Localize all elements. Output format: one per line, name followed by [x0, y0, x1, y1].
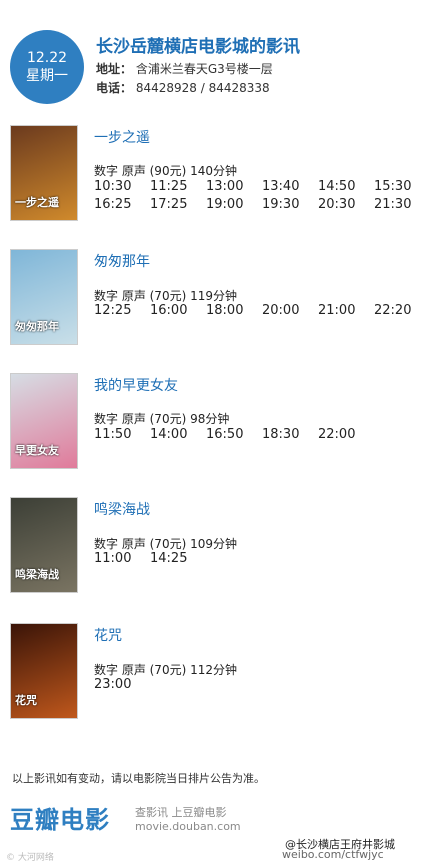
showtimes: 10:30 11:25 13:00 13:40 14:50 15:30 16:2… — [94, 179, 434, 215]
showtime[interactable]: 23:00 — [94, 677, 150, 695]
movie-poster[interactable]: 匆匆那年 — [10, 249, 78, 345]
showtime-row: 10:30 11:25 13:00 13:40 14:50 15:30 — [94, 179, 434, 197]
showtime[interactable]: 16:25 — [94, 197, 150, 215]
showtime[interactable]: 13:00 — [206, 179, 262, 197]
movie-title[interactable]: 我的早更女友 — [94, 375, 178, 395]
disclaimer-note: 以上影讯如有变动，请以电影院当日排片公告为准。 — [12, 772, 265, 785]
movie-meta: 数字 原声 (70元) 119分钟 — [94, 289, 237, 303]
cinema-title: 长沙岳麓横店电影城的影讯 — [96, 37, 300, 57]
movie-poster[interactable]: 花咒 — [10, 623, 78, 719]
address-line: 地址： 含浦米兰春天G3号楼一层 — [96, 60, 273, 77]
showtime[interactable]: 11:00 — [94, 551, 150, 569]
movie-meta: 数字 原声 (70元) 98分钟 — [94, 412, 230, 426]
showtime[interactable]: 12:25 — [94, 303, 150, 321]
poster-caption: 花咒 — [15, 694, 37, 707]
showtime[interactable]: 15:30 — [374, 179, 430, 197]
poster-caption: 鸣梁海战 — [15, 568, 59, 581]
showtime[interactable]: 14:50 — [318, 179, 374, 197]
showtime[interactable]: 19:00 — [206, 197, 262, 215]
showtime-row: 16:25 17:25 19:00 19:30 20:30 21:30 — [94, 197, 434, 215]
showtimes: 11:00 14:25 — [94, 551, 434, 569]
movie-title[interactable]: 一步之遥 — [94, 127, 150, 147]
watermark-left: © 大河网络 — [6, 853, 54, 863]
movie-poster[interactable]: 一步之遥 — [10, 125, 78, 221]
showtime-row: 11:00 14:25 — [94, 551, 434, 569]
showtime-row: 12:25 16:00 18:00 20:00 21:00 22:20 — [94, 303, 434, 321]
weekday-text: 星期一 — [26, 68, 68, 84]
poster-caption: 匆匆那年 — [15, 320, 59, 333]
movie-poster[interactable]: 鸣梁海战 — [10, 497, 78, 593]
movie-meta: 数字 原声 (70元) 112分钟 — [94, 663, 237, 677]
showtime-row: 23:00 — [94, 677, 434, 695]
showtime[interactable]: 22:20 — [374, 303, 430, 321]
watermark-weibo-url: weibo.com/ctfwjyc — [282, 848, 384, 861]
date-text: 12.22 — [26, 50, 68, 66]
showtime[interactable]: 14:25 — [150, 551, 206, 569]
address-label: 地址： — [96, 62, 133, 76]
movie-poster[interactable]: 早更女友 — [10, 373, 78, 469]
phone-line: 电话： 84428928 / 84428338 — [96, 79, 270, 96]
showtimes: 12:25 16:00 18:00 20:00 21:00 22:20 — [94, 303, 434, 321]
showtimes: 23:00 — [94, 677, 434, 695]
date-badge: 12.22 星期一 — [10, 30, 84, 104]
showtime[interactable]: 18:30 — [262, 427, 318, 445]
showtime[interactable]: 20:30 — [318, 197, 374, 215]
showtime-row: 11:50 14:00 16:50 18:30 22:00 — [94, 427, 434, 445]
movie-title[interactable]: 鸣梁海战 — [94, 499, 150, 519]
showtime[interactable]: 17:25 — [150, 197, 206, 215]
movie-meta: 数字 原声 (90元) 140分钟 — [94, 164, 237, 178]
showtime[interactable]: 11:50 — [94, 427, 150, 445]
poster-caption: 一步之遥 — [15, 196, 59, 209]
phone-value: 84428928 / 84428338 — [135, 81, 270, 95]
showtime[interactable]: 16:50 — [206, 427, 262, 445]
showtime[interactable]: 19:30 — [262, 197, 318, 215]
brand-url[interactable]: movie.douban.com — [135, 820, 241, 833]
showtime[interactable]: 11:25 — [150, 179, 206, 197]
showtime[interactable]: 10:30 — [94, 179, 150, 197]
showtime[interactable]: 21:00 — [318, 303, 374, 321]
douban-movie-logo[interactable]: 豆瓣电影 — [10, 800, 110, 835]
showtime[interactable]: 16:00 — [150, 303, 206, 321]
movie-title[interactable]: 匆匆那年 — [94, 251, 150, 271]
showtime[interactable]: 13:40 — [262, 179, 318, 197]
showtime[interactable]: 20:00 — [262, 303, 318, 321]
brand-tagline: 查影讯 上豆瓣电影 — [135, 806, 227, 819]
movie-meta: 数字 原声 (70元) 109分钟 — [94, 537, 237, 551]
showtime[interactable]: 14:00 — [150, 427, 206, 445]
address-value: 含浦米兰春天G3号楼一层 — [135, 62, 273, 76]
showtime[interactable]: 22:00 — [318, 427, 374, 445]
showtime[interactable]: 18:00 — [206, 303, 262, 321]
movie-title[interactable]: 花咒 — [94, 625, 122, 645]
showtime[interactable]: 21:30 — [374, 197, 430, 215]
poster-caption: 早更女友 — [15, 444, 59, 457]
showtimes: 11:50 14:00 16:50 18:30 22:00 — [94, 427, 434, 445]
phone-label: 电话： — [96, 81, 133, 95]
